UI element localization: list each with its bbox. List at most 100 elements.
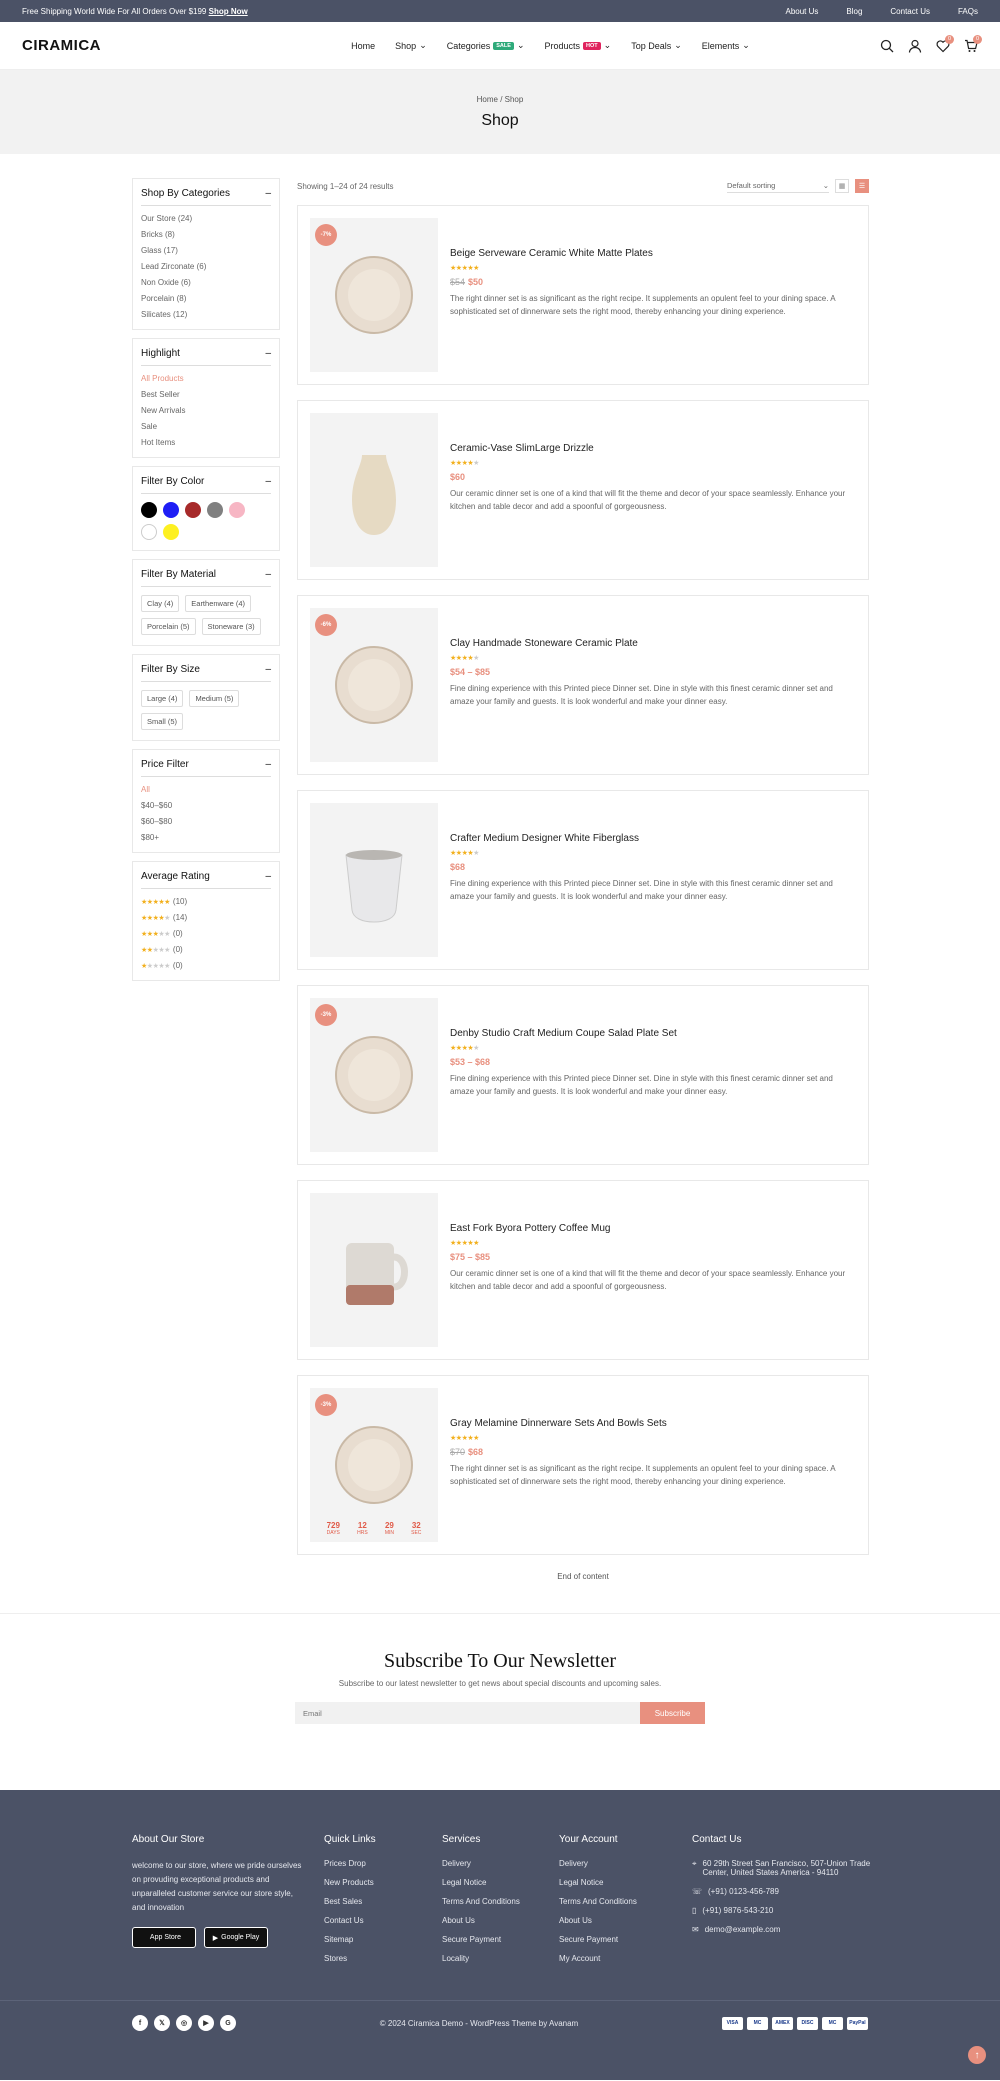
rating-filter-item[interactable]: ★★★★★ (0) (141, 961, 271, 970)
product-image[interactable] (310, 413, 438, 567)
footer-link[interactable]: Terms And Conditions (442, 1897, 559, 1906)
top-link[interactable]: Contact Us (890, 7, 930, 16)
product-name[interactable]: Ceramic-Vase SlimLarge Drizzle (450, 443, 856, 454)
scroll-to-top-button[interactable]: ↑ (968, 2046, 986, 2064)
category-item[interactable]: Porcelain (8) (141, 294, 271, 303)
category-item[interactable]: Our Store (24) (141, 214, 271, 223)
category-item[interactable]: Glass (17) (141, 246, 271, 255)
youtube-icon[interactable]: ▶ (198, 2015, 214, 2031)
widget-title[interactable]: Filter By Material – (141, 569, 271, 587)
product-name[interactable]: Denby Studio Craft Medium Coupe Salad Pl… (450, 1028, 856, 1039)
breadcrumb[interactable]: Home / Shop (477, 95, 524, 104)
footer-link[interactable]: Best Sales (324, 1897, 442, 1906)
account-icon[interactable] (908, 39, 922, 53)
rating-filter-item[interactable]: ★★★★★ (10) (141, 897, 271, 906)
google-icon[interactable]: G (220, 2015, 236, 2031)
footer-link[interactable]: My Account (559, 1954, 692, 1963)
x-icon[interactable]: 𝕏 (154, 2015, 170, 2031)
color-swatch[interactable] (207, 502, 223, 518)
footer-link[interactable]: New Products (324, 1878, 442, 1887)
color-swatch[interactable] (141, 502, 157, 518)
category-item[interactable]: Non Oxide (6) (141, 278, 271, 287)
contact-text[interactable]: demo@example.com (705, 1925, 781, 1934)
color-swatch[interactable] (163, 502, 179, 518)
facebook-icon[interactable]: f (132, 2015, 148, 2031)
category-item[interactable]: Lead Zirconate (6) (141, 262, 271, 271)
product-image[interactable] (310, 1193, 438, 1347)
collapse-icon[interactable]: – (265, 569, 271, 580)
site-logo[interactable]: CIRAMICA (22, 37, 101, 54)
google-play-badge[interactable]: ▶ Google Play (204, 1927, 268, 1948)
widget-title[interactable]: Filter By Size – (141, 664, 271, 682)
highlight-item[interactable]: Best Seller (141, 390, 271, 399)
grid-view-button[interactable]: ▦ (835, 179, 849, 193)
sort-select[interactable]: Default sorting ⌄ (727, 179, 829, 193)
product-name[interactable]: Crafter Medium Designer White Fiberglass (450, 833, 856, 844)
widget-title[interactable]: Shop By Categories – (141, 188, 271, 206)
category-item[interactable]: Bricks (8) (141, 230, 271, 239)
app-store-badge[interactable]: App Store (132, 1927, 196, 1948)
footer-link[interactable]: Delivery (442, 1859, 559, 1868)
footer-link[interactable]: Legal Notice (559, 1878, 692, 1887)
footer-link[interactable]: Delivery (559, 1859, 692, 1868)
product-image[interactable]: -3% (310, 998, 438, 1152)
material-tag[interactable]: Porcelain (5) (141, 618, 196, 635)
highlight-item[interactable]: All Products (141, 374, 271, 383)
collapse-icon[interactable]: – (265, 871, 271, 882)
top-link[interactable]: FAQs (958, 7, 978, 16)
footer-link[interactable]: Legal Notice (442, 1878, 559, 1887)
footer-link[interactable]: Locality (442, 1954, 559, 1963)
highlight-item[interactable]: Sale (141, 422, 271, 431)
footer-link[interactable]: Secure Payment (442, 1935, 559, 1944)
nav-item[interactable]: Elements ⌄ (702, 40, 750, 51)
product-name[interactable]: Clay Handmade Stoneware Ceramic Plate (450, 638, 856, 649)
size-tag[interactable]: Small (5) (141, 713, 184, 730)
size-tag[interactable]: Medium (5) (189, 690, 240, 707)
nav-item[interactable]: Shop ⌄ (395, 40, 427, 51)
product-image[interactable]: -6% (310, 608, 438, 762)
list-view-button[interactable]: ☰ (855, 179, 869, 193)
widget-title[interactable]: Price Filter – (141, 759, 271, 777)
price-item[interactable]: $40–$60 (141, 801, 271, 810)
collapse-icon[interactable]: – (265, 348, 271, 359)
size-tag[interactable]: Large (4) (141, 690, 184, 707)
collapse-icon[interactable]: – (265, 476, 271, 487)
material-tag[interactable]: Earthenware (4) (185, 595, 252, 612)
price-item[interactable]: All (141, 785, 271, 794)
collapse-icon[interactable]: – (265, 188, 271, 199)
footer-link[interactable]: Stores (324, 1954, 442, 1963)
price-item[interactable]: $60–$80 (141, 817, 271, 826)
footer-link[interactable]: Terms And Conditions (559, 1897, 692, 1906)
category-item[interactable]: Silicates (12) (141, 310, 271, 319)
rating-filter-item[interactable]: ★★★★★ (0) (141, 929, 271, 938)
subscribe-button[interactable]: Subscribe (640, 1702, 705, 1724)
product-image[interactable]: -7% (310, 218, 438, 372)
rating-filter-item[interactable]: ★★★★★ (14) (141, 913, 271, 922)
color-swatch[interactable] (185, 502, 201, 518)
footer-link[interactable]: About Us (442, 1916, 559, 1925)
widget-title[interactable]: Filter By Color – (141, 476, 271, 494)
rating-filter-item[interactable]: ★★★★★ (0) (141, 945, 271, 954)
footer-link[interactable]: Prices Drop (324, 1859, 442, 1868)
nav-item[interactable]: Categories SALE ⌄ (447, 40, 525, 51)
material-tag[interactable]: Clay (4) (141, 595, 180, 612)
product-image[interactable]: -3% 729 DAYS 12 HRS 29 MIN 32 SEC (310, 1388, 438, 1542)
color-swatch[interactable] (141, 524, 157, 540)
highlight-item[interactable]: New Arrivals (141, 406, 271, 415)
nav-item[interactable]: Top Deals ⌄ (631, 40, 682, 51)
email-input[interactable] (295, 1702, 640, 1724)
product-name[interactable]: Gray Melamine Dinnerware Sets And Bowls … (450, 1418, 856, 1429)
top-link[interactable]: Blog (846, 7, 862, 16)
collapse-icon[interactable]: – (265, 759, 271, 770)
price-item[interactable]: $80+ (141, 833, 271, 842)
contact-text[interactable]: (+91) 0123-456-789 (708, 1887, 779, 1896)
highlight-item[interactable]: Hot Items (141, 438, 271, 447)
top-link[interactable]: About Us (785, 7, 818, 16)
product-name[interactable]: Beige Serveware Ceramic White Matte Plat… (450, 248, 856, 259)
product-name[interactable]: East Fork Byora Pottery Coffee Mug (450, 1223, 856, 1234)
material-tag[interactable]: Stoneware (3) (201, 618, 261, 635)
color-swatch[interactable] (163, 524, 179, 540)
contact-text[interactable]: (+91) 9876-543-210 (702, 1906, 773, 1915)
search-icon[interactable] (880, 39, 894, 53)
widget-title[interactable]: Highlight – (141, 348, 271, 366)
